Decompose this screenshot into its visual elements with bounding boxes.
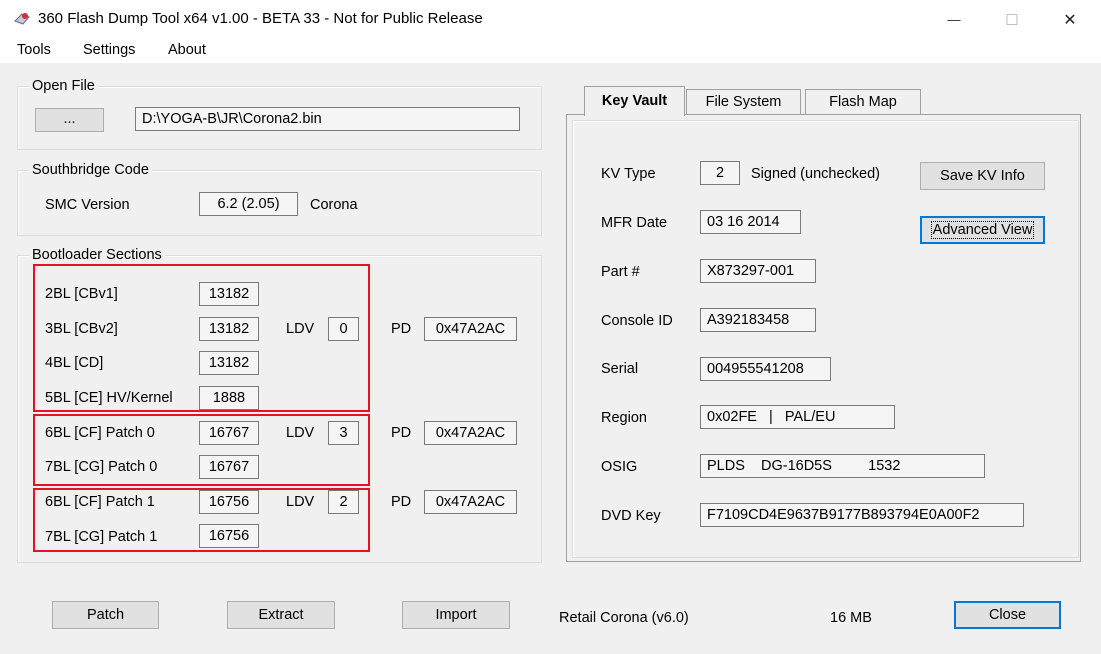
mfr-date-field: 03 16 2014 [700, 210, 801, 234]
mfr-date-label: MFR Date [601, 215, 668, 231]
part-number-field: X873297-001 [700, 259, 816, 283]
ldv-field: 2 [328, 490, 359, 514]
ldv-label: LDV [286, 425, 315, 441]
bl-row-name: 7BL [CG] Patch 0 [45, 459, 158, 475]
southbridge-label: Southbridge Code [29, 162, 152, 178]
flash-size-text: 16 MB [830, 610, 872, 626]
part-number-label: Part # [601, 264, 640, 280]
window-title: 360 Flash Dump Tool x64 v1.00 - BETA 33 … [38, 10, 483, 27]
advanced-view-button[interactable]: Advanced View [920, 216, 1045, 244]
bootloader-label: Bootloader Sections [29, 247, 165, 263]
menu-bar [0, 39, 1101, 63]
kv-type-field: 2 [700, 161, 740, 185]
ldv-label: LDV [286, 494, 315, 510]
bl-row-name: 6BL [CF] Patch 0 [45, 425, 155, 441]
bl-row-name: 4BL [CD] [45, 355, 104, 371]
tab-file-system[interactable]: File System [686, 89, 801, 115]
menu-settings[interactable]: Settings [83, 42, 135, 58]
bl-row-value: 16756 [199, 490, 259, 514]
osig-label: OSIG [601, 459, 638, 475]
bl-row-value: 13182 [199, 351, 259, 375]
serial-field: 004955541208 [700, 357, 831, 381]
kv-signed-status: Signed (unchecked) [751, 166, 880, 182]
close-button[interactable]: Close [954, 601, 1061, 629]
pd-label: PD [391, 321, 412, 337]
bl-row-value: 13182 [199, 317, 259, 341]
tab-key-vault[interactable]: Key Vault [584, 86, 685, 116]
pd-field: 0x47A2AC [424, 490, 517, 514]
import-button[interactable]: Import [402, 601, 510, 629]
dvd-key-field: F7109CD4E9637B9177B893794E0A00F2 [700, 503, 1024, 527]
browse-button[interactable]: ... [35, 108, 104, 132]
pd-label: PD [391, 494, 412, 510]
extract-button[interactable]: Extract [227, 601, 335, 629]
minimize-icon: — [947, 12, 961, 27]
menu-tools[interactable]: Tools [17, 42, 51, 58]
menu-about[interactable]: About [168, 42, 206, 58]
bl-row-name: 2BL [CBv1] [45, 286, 118, 302]
console-id-label: Console ID [601, 313, 673, 329]
osig-field: PLDS DG-16D5S 1532 [700, 454, 985, 478]
minimize-button[interactable]: — [925, 0, 983, 39]
region-field: 0x02FE | PAL/EU [700, 405, 895, 429]
open-file-label: Open File [29, 78, 98, 94]
board-type-label: Corona [310, 197, 358, 213]
close-window-button[interactable]: ✕ [1041, 0, 1099, 39]
maximize-icon: ☐ [1005, 11, 1019, 29]
advanced-view-label: Advanced View [930, 221, 1035, 239]
region-label: Region [601, 410, 647, 426]
serial-label: Serial [601, 361, 639, 377]
bl-row-value: 1888 [199, 386, 259, 410]
ldv-label: LDV [286, 321, 315, 337]
kv-type-label: KV Type [601, 166, 656, 182]
bl-row-name: 5BL [CE] HV/Kernel [45, 390, 173, 406]
tab-flash-map[interactable]: Flash Map [805, 89, 921, 115]
bl-row-value: 16756 [199, 524, 259, 548]
dvd-key-label: DVD Key [601, 508, 661, 524]
bl-row-value: 13182 [199, 282, 259, 306]
console-id-field: A392183458 [700, 308, 816, 332]
pd-field: 0x47A2AC [424, 421, 517, 445]
bl-row-value: 16767 [199, 455, 259, 479]
smc-version-label: SMC Version [45, 197, 130, 213]
bl-row-value: 16767 [199, 421, 259, 445]
bl-row-name: 6BL [CF] Patch 1 [45, 494, 155, 510]
app-icon [14, 13, 30, 25]
pd-label: PD [391, 425, 412, 441]
pd-field: 0x47A2AC [424, 317, 517, 341]
patch-button[interactable]: Patch [52, 601, 159, 629]
ldv-field: 0 [328, 317, 359, 341]
maximize-button[interactable]: ☐ [983, 0, 1041, 39]
save-kv-info-button[interactable]: Save KV Info [920, 162, 1045, 190]
bl-row-name: 7BL [CG] Patch 1 [45, 529, 158, 545]
close-icon: ✕ [1063, 11, 1077, 29]
file-path-field[interactable]: D:\YOGA-B\JR\Corona2.bin [135, 107, 520, 131]
ldv-field: 3 [328, 421, 359, 445]
status-text: Retail Corona (v6.0) [559, 610, 689, 626]
smc-version-field: 6.2 (2.05) [199, 192, 298, 216]
bl-row-name: 3BL [CBv2] [45, 321, 118, 337]
